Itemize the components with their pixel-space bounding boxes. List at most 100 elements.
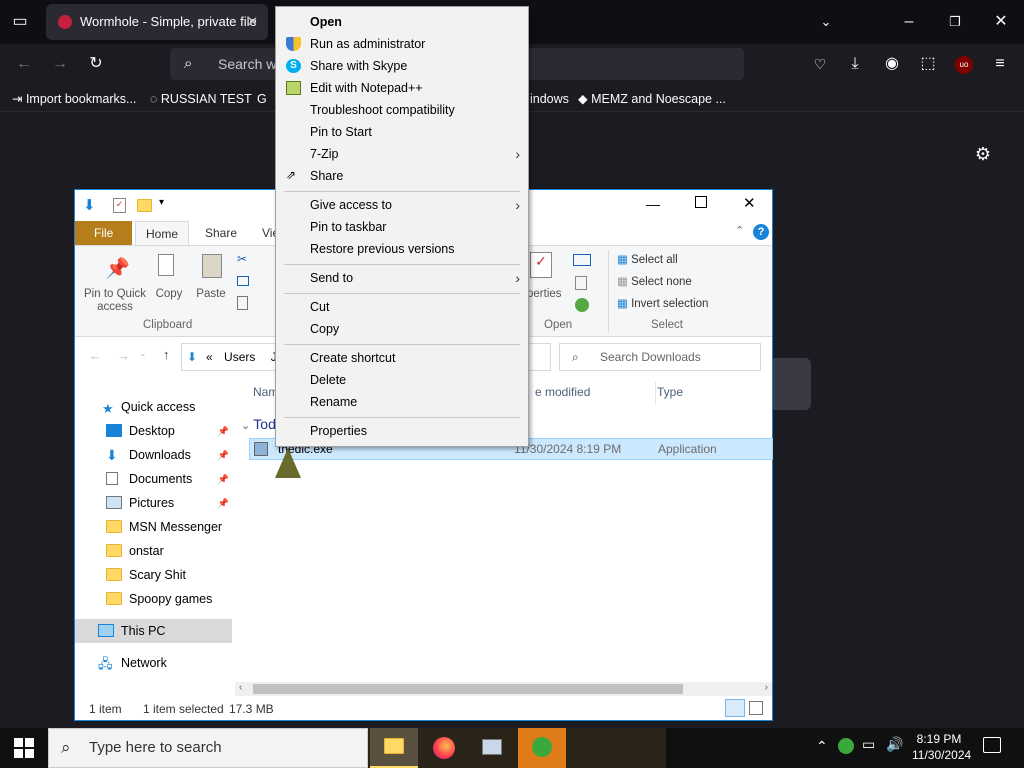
menu-run-as-admin[interactable]: Run as administrator xyxy=(276,33,528,55)
menu-rename[interactable]: Rename xyxy=(276,391,528,413)
forward-icon[interactable]: → xyxy=(46,50,74,78)
nav-downloads[interactable]: ⬇ Downloads 📌 xyxy=(75,443,232,467)
collapse-ribbon-icon[interactable]: ⌃ xyxy=(735,224,744,237)
minimize-icon[interactable]: — xyxy=(646,196,660,212)
properties-button[interactable]: perties xyxy=(527,288,562,300)
breadcrumb-overflow[interactable]: « xyxy=(206,350,213,364)
scroll-left-icon[interactable]: ‹ xyxy=(239,682,242,693)
google-icon[interactable]: G xyxy=(257,88,267,110)
restore-icon[interactable]: ❐ xyxy=(941,8,969,36)
account-icon[interactable]: ◉ xyxy=(878,50,906,78)
menu-give-access[interactable]: Give access to › xyxy=(276,194,528,216)
bookmark-windows[interactable]: indows xyxy=(530,88,569,110)
nav-onstar[interactable]: onstar xyxy=(75,539,232,563)
scrollbar-thumb[interactable] xyxy=(253,684,683,694)
nav-pictures[interactable]: Pictures 📌 xyxy=(75,491,232,515)
menu-share[interactable]: ⇗ Share xyxy=(276,165,528,187)
menu-7zip[interactable]: 7-Zip › xyxy=(276,143,528,165)
menu-pin-to-start[interactable]: Pin to Start xyxy=(276,121,528,143)
help-icon[interactable]: ? xyxy=(753,224,769,240)
reload-icon[interactable]: ↻ xyxy=(82,50,110,78)
extensions-icon[interactable]: ⬚ xyxy=(914,50,942,78)
bookmark-import[interactable]: ⇥ Import bookmarks... xyxy=(12,88,136,110)
close-window-icon[interactable]: ✕ xyxy=(987,8,1015,36)
recent-locations-icon[interactable]: ⌄ xyxy=(139,348,147,359)
breadcrumb-users[interactable]: Users xyxy=(224,350,255,364)
menu-delete[interactable]: Delete xyxy=(276,369,528,391)
menu-open[interactable]: Open xyxy=(276,11,528,33)
menu-icon[interactable]: ≡ xyxy=(986,50,1014,78)
scroll-right-icon[interactable]: › xyxy=(765,682,768,693)
nav-this-pc[interactable]: This PC xyxy=(75,619,232,643)
edit-icon[interactable] xyxy=(575,276,587,290)
forward-icon[interactable]: → xyxy=(117,348,130,363)
new-folder-icon[interactable] xyxy=(137,199,152,212)
tab-share[interactable]: Share xyxy=(195,221,247,245)
notifications-icon[interactable] xyxy=(983,737,1001,753)
customize-toolbar-icon[interactable]: ▾ xyxy=(159,197,164,208)
maximize-icon[interactable] xyxy=(695,196,707,208)
nav-msn-messenger[interactable]: MSN Messenger xyxy=(75,515,232,539)
menu-send-to[interactable]: Send to › xyxy=(276,267,528,289)
settings-gear-icon[interactable]: ⚙ xyxy=(969,140,997,168)
large-icons-view-icon[interactable] xyxy=(749,701,763,715)
network-tray-icon[interactable]: ▭ xyxy=(862,736,875,753)
menu-properties[interactable]: Properties xyxy=(276,420,528,442)
up-icon[interactable]: ↑ xyxy=(163,347,170,362)
close-tab-icon[interactable]: ✕ xyxy=(247,4,258,40)
menu-edit-notepadpp[interactable]: Edit with Notepad++ xyxy=(276,77,528,99)
menu-pin-to-taskbar[interactable]: Pin to taskbar xyxy=(276,216,528,238)
start-windows-icon[interactable] xyxy=(14,738,34,758)
quick-access-arrow-icon[interactable]: ⬇ xyxy=(83,196,96,214)
menu-share-skype[interactable]: S Share with Skype xyxy=(276,55,528,77)
minimize-icon[interactable]: – xyxy=(895,8,923,36)
select-none-button[interactable]: ▦ Select none xyxy=(617,274,692,288)
nav-desktop[interactable]: Desktop 📌 xyxy=(75,419,232,443)
column-date-modified[interactable]: e modified xyxy=(535,385,590,399)
open-icon[interactable] xyxy=(573,254,591,266)
back-icon[interactable]: ← xyxy=(10,50,38,78)
bookmark-russian-test[interactable]: ◌ RUSSIAN TEST xyxy=(150,88,252,110)
menu-troubleshoot[interactable]: Troubleshoot compatibility xyxy=(276,99,528,121)
volume-icon[interactable]: 🔊 xyxy=(886,736,903,753)
copy-path-icon[interactable] xyxy=(237,276,249,286)
clock[interactable]: 8:19 PM 11/30/2024 xyxy=(912,731,971,763)
column-type[interactable]: Type xyxy=(657,385,683,399)
firefox-taskbar-icon[interactable] xyxy=(420,728,468,768)
tab-wormhole[interactable]: Wormhole - Simple, private file ✕ xyxy=(46,4,268,40)
paste-shortcut-icon[interactable] xyxy=(237,296,248,310)
search-box[interactable]: ⌕ Search Downloads xyxy=(559,343,761,371)
nav-spoopy-games[interactable]: Spoopy games xyxy=(75,587,232,611)
ublock-icon[interactable]: uo xyxy=(955,56,973,74)
tab-file[interactable]: File xyxy=(75,221,132,245)
menu-cut[interactable]: Cut xyxy=(276,296,528,318)
menu-create-shortcut[interactable]: Create shortcut xyxy=(276,347,528,369)
msn-taskbar-icon[interactable] xyxy=(518,728,566,768)
select-all-button[interactable]: ▦ Select all xyxy=(617,252,678,266)
group-header-today[interactable]: ⌄ Tod xyxy=(241,416,276,432)
horizontal-scrollbar[interactable]: ‹ › xyxy=(235,682,772,696)
tab-overview-icon[interactable]: ▭ xyxy=(6,8,34,36)
pin-quick-access-button[interactable]: Pin to Quick access xyxy=(81,288,149,314)
nav-documents[interactable]: Documents 📌 xyxy=(75,467,232,491)
cut-icon[interactable]: ✂ xyxy=(237,252,247,266)
msn-tray-icon[interactable] xyxy=(838,738,854,754)
back-icon[interactable]: ← xyxy=(89,348,102,363)
history-icon[interactable] xyxy=(575,298,589,312)
copy-button[interactable]: Copy xyxy=(151,288,187,300)
downloads-icon[interactable]: ⤓ xyxy=(841,50,869,78)
app-taskbar-icon[interactable] xyxy=(468,728,516,768)
bookmark-memz[interactable]: ◆ MEMZ and Noescape ... xyxy=(578,88,726,110)
nav-scary-shit[interactable]: Scary Shit xyxy=(75,563,232,587)
show-hidden-icons-chevron-icon[interactable]: ⌃ xyxy=(816,738,828,755)
properties-icon[interactable]: ✓ xyxy=(113,198,126,213)
close-icon[interactable]: ✕ xyxy=(743,194,756,212)
nav-network[interactable]: 🖧 Network xyxy=(75,651,232,675)
invert-selection-button[interactable]: ▦ Invert selection xyxy=(617,296,708,310)
pocket-icon[interactable]: ♡ xyxy=(806,50,834,78)
details-view-icon[interactable] xyxy=(725,699,745,717)
nav-quick-access[interactable]: ★ Quick access xyxy=(75,395,232,419)
menu-restore-versions[interactable]: Restore previous versions xyxy=(276,238,528,260)
menu-copy[interactable]: Copy xyxy=(276,318,528,340)
file-explorer-taskbar-icon[interactable] xyxy=(370,728,418,768)
